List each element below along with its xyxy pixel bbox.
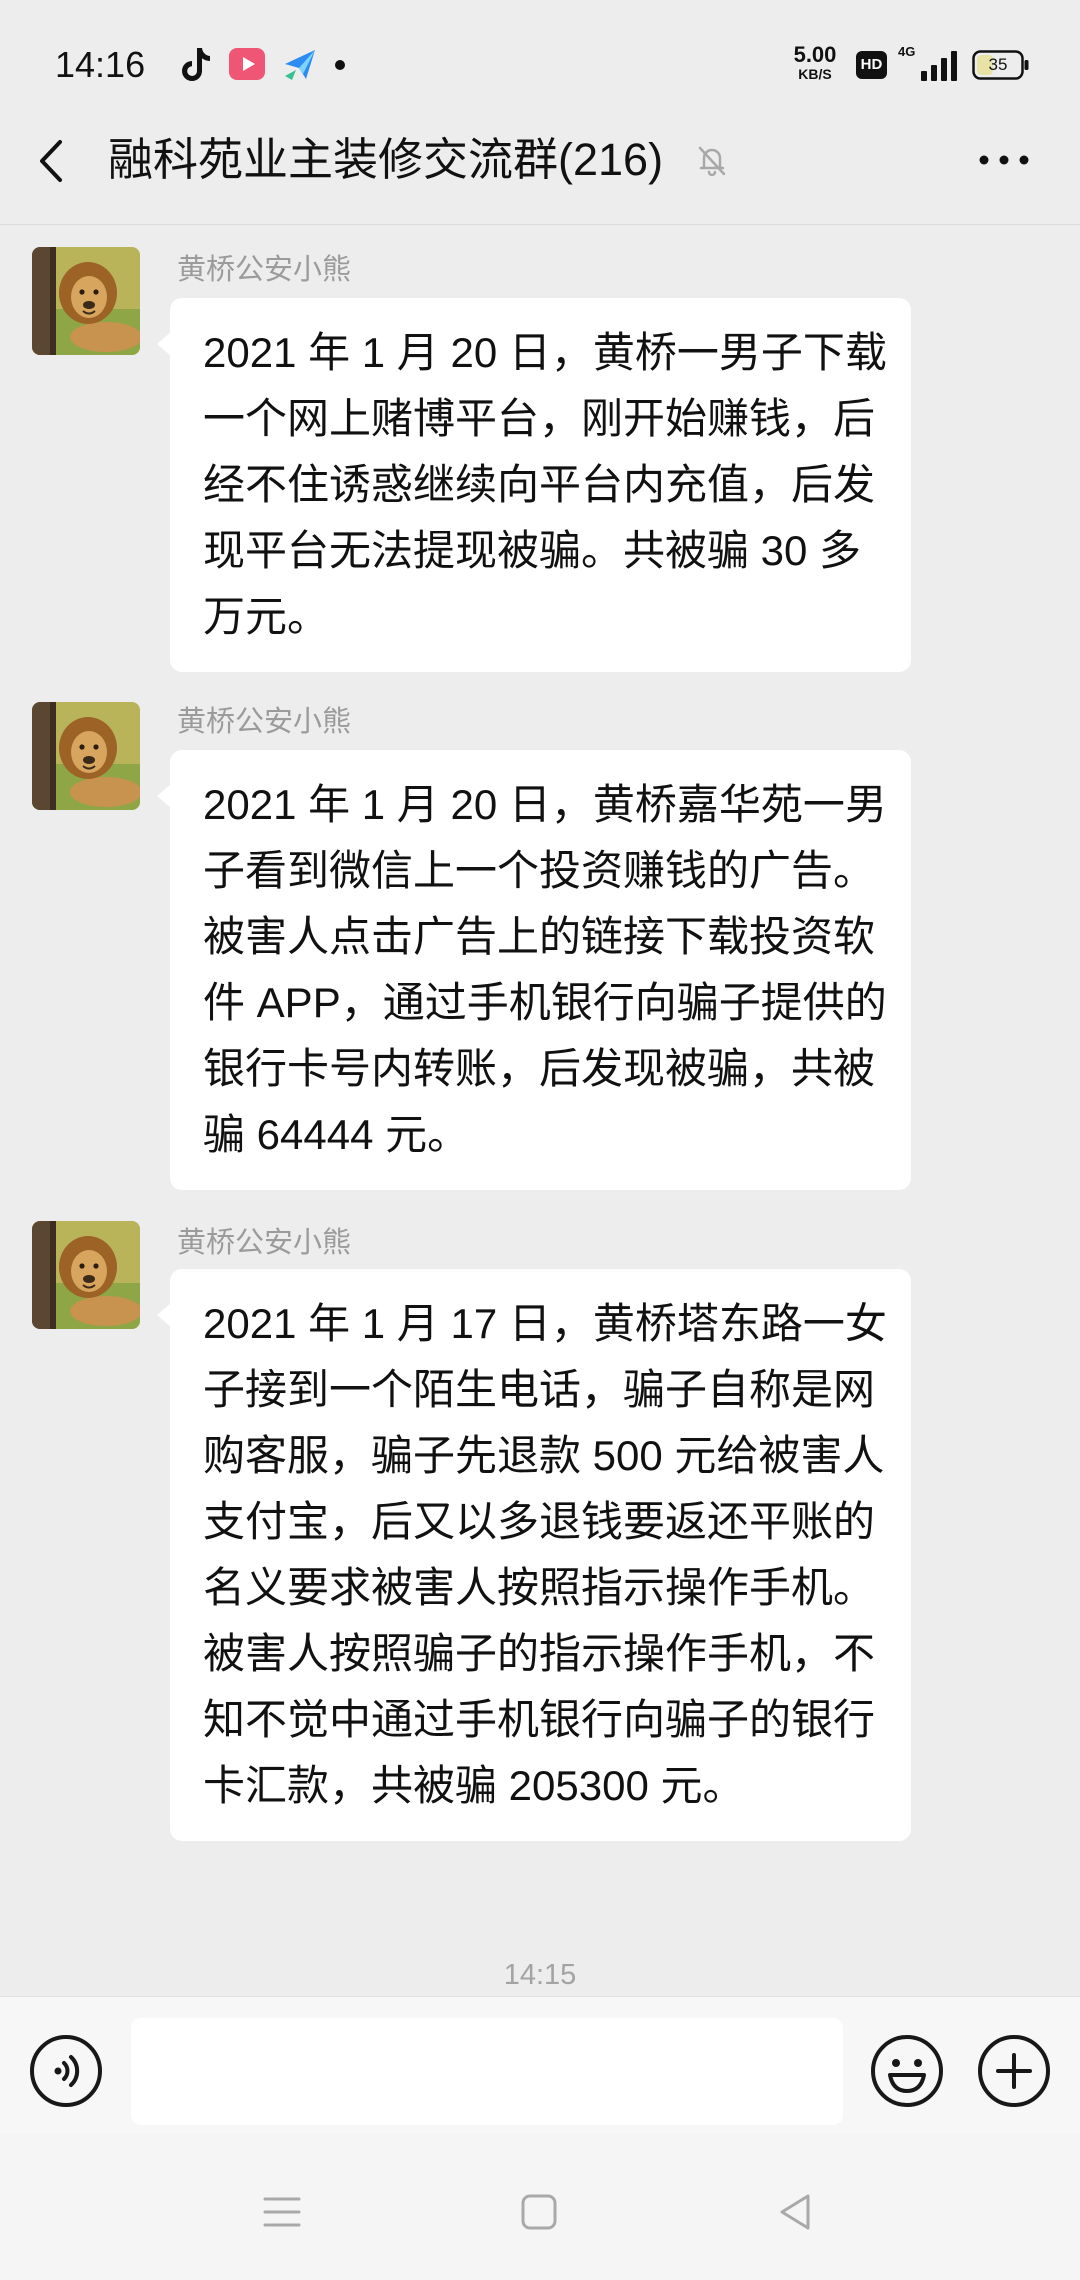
signal-bars-icon — [921, 51, 957, 81]
message-bubble[interactable]: 2021 年 1 月 20 日，黄桥一男子下载一个网上赌博平台，刚开始赚钱，后经… — [157, 298, 911, 672]
message-text: 2021 年 1 月 20 日，黄桥一男子下载一个网上赌博平台，刚开始赚钱，后经… — [203, 329, 887, 640]
chat-screen: 14:16 5.00 KB/S HD 4G 35 融科苑业主装修交流群(216)… — [0, 0, 1080, 2280]
battery-level-text: 35 — [988, 55, 1008, 74]
sender-avatar[interactable] — [32, 1221, 140, 1329]
voice-icon[interactable] — [28, 2033, 104, 2109]
video-app-icon — [229, 48, 265, 80]
chat-timestamp: 14:15 — [503, 1959, 577, 1991]
network-speed-unit: KB/S — [798, 66, 832, 82]
mute-bell-icon — [698, 146, 726, 177]
message-bubble[interactable]: 2021 年 1 月 17 日，黄桥塔东路一女子接到一个陌生电话，骗子自称是网购… — [157, 1269, 911, 1841]
back-triangle-icon[interactable] — [778, 2192, 812, 2232]
tiktok-icon — [182, 48, 210, 81]
network-speed-value: 5.00 — [793, 42, 837, 67]
message-text: 2021 年 1 月 20 日，黄桥嘉华苑一男子看到微信上一个投资赚钱的广告。被… — [203, 781, 887, 1158]
plus-icon[interactable] — [976, 2033, 1052, 2109]
status-time: 14:16 — [55, 44, 146, 85]
lion-avatar-image — [32, 702, 140, 810]
cellular-signal: 4G — [898, 45, 960, 83]
hd-badge: HD — [856, 51, 887, 79]
message-input[interactable] — [131, 2018, 843, 2125]
battery-indicator: 35 — [972, 50, 1030, 80]
sender-name: 黄桥公安小熊 — [177, 1227, 352, 1259]
header-divider — [0, 224, 1080, 225]
back-chevron-icon[interactable] — [36, 138, 66, 184]
sender-name: 黄桥公安小熊 — [177, 706, 352, 738]
notification-dot-icon — [335, 60, 345, 70]
lion-avatar-image — [32, 247, 140, 355]
network-type-label: 4G — [898, 44, 916, 59]
message-text: 2021 年 1 月 17 日，黄桥塔东路一女子接到一个陌生电话，骗子自称是网购… — [203, 1300, 887, 1809]
message-bubble[interactable]: 2021 年 1 月 20 日，黄桥嘉华苑一男子看到微信上一个投资赚钱的广告。被… — [157, 750, 911, 1190]
sender-avatar[interactable] — [32, 247, 140, 355]
send-app-icon — [285, 50, 315, 80]
sender-avatar[interactable] — [32, 702, 140, 810]
home-square-icon[interactable] — [521, 2194, 557, 2230]
group-title: 融科苑业主装修交流群(216) — [108, 134, 664, 185]
network-speed: 5.00 KB/S — [784, 43, 846, 82]
emoji-icon[interactable] — [869, 2033, 945, 2109]
sender-name: 黄桥公安小熊 — [177, 254, 352, 286]
more-dots-icon[interactable] — [976, 152, 1032, 168]
lion-avatar-image — [32, 1221, 140, 1329]
menu-icon[interactable] — [262, 2195, 302, 2229]
